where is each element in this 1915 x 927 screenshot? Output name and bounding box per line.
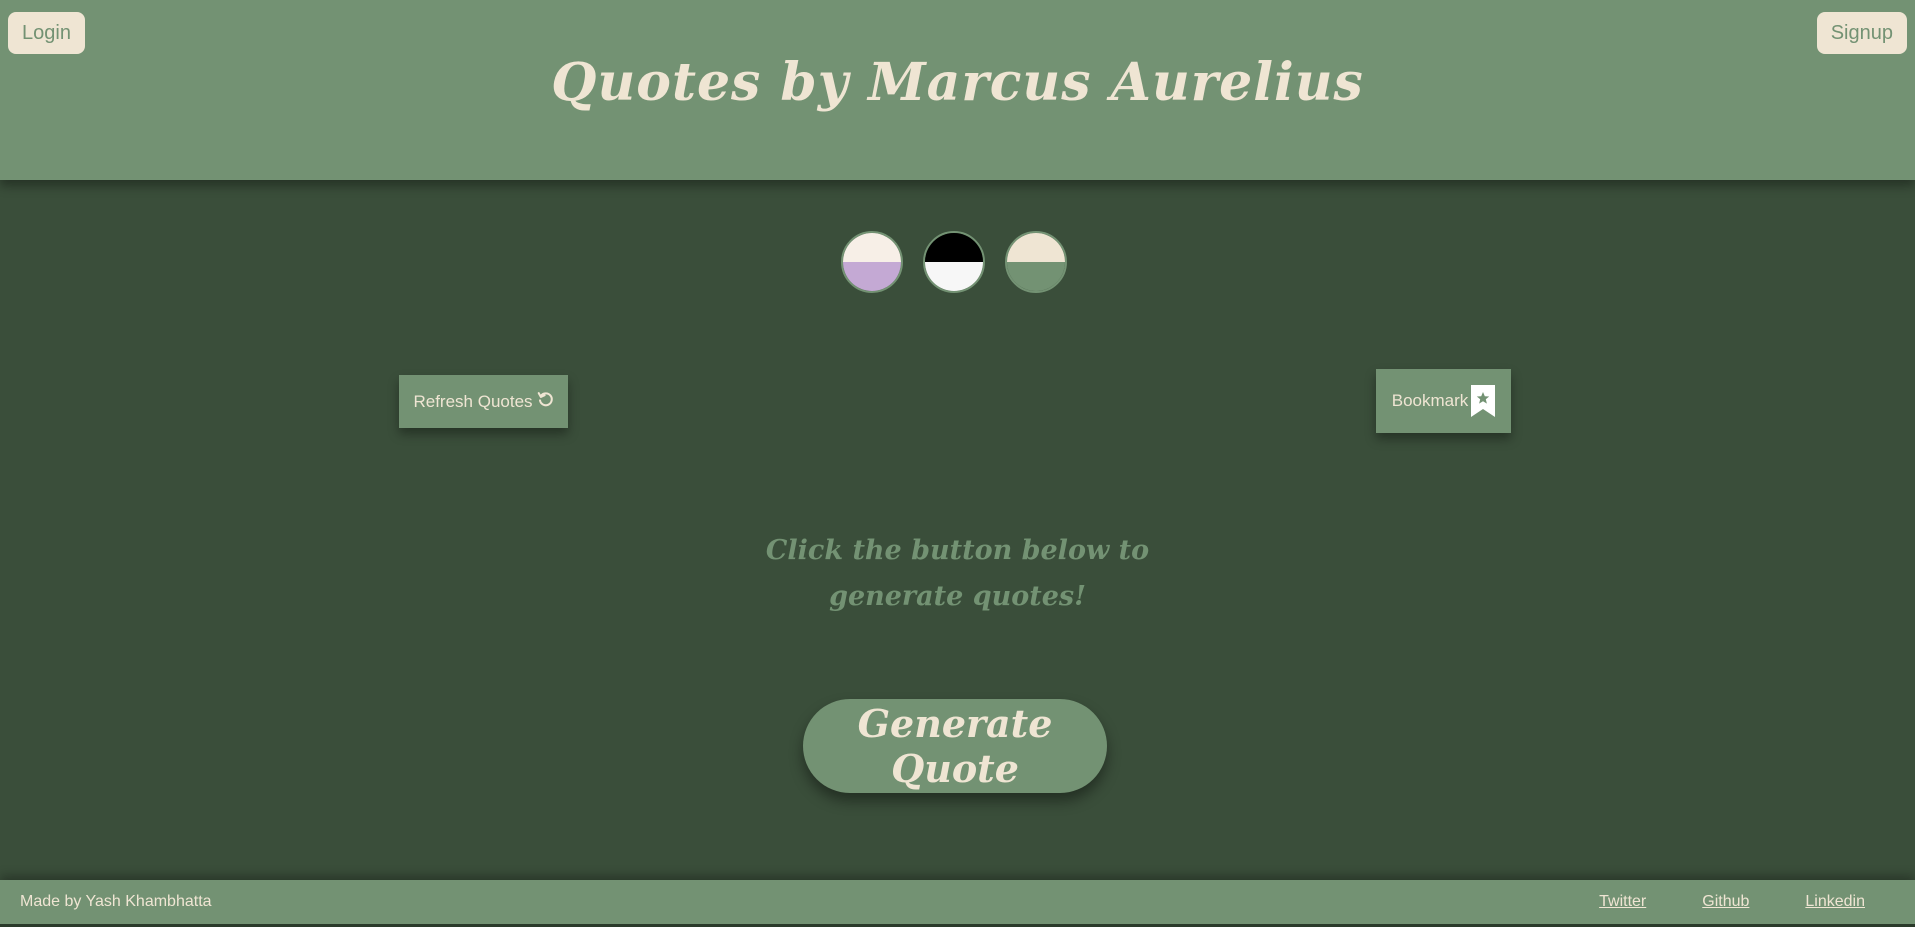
theme-swatch-bottom (843, 262, 901, 291)
theme-swatch-top (843, 233, 901, 262)
theme-swatch-bottom (925, 262, 983, 291)
login-button[interactable]: Login (8, 12, 85, 54)
github-link[interactable]: Github (1702, 880, 1749, 924)
theme-option-lavender[interactable] (841, 231, 903, 293)
generate-prompt-text: Click the button below to generate quote… (765, 535, 1150, 612)
linkedin-link[interactable]: Linkedin (1805, 880, 1865, 924)
theme-picker (841, 231, 1067, 293)
bookmark-button[interactable]: Bookmark (1376, 369, 1511, 433)
theme-option-sage[interactable] (1005, 231, 1067, 293)
page-footer: Made by Yash Khambhatta Twitter Github L… (0, 880, 1915, 924)
twitter-link[interactable]: Twitter (1599, 880, 1646, 924)
signup-button[interactable]: Signup (1816, 12, 1907, 54)
generate-quote-button[interactable]: Generate Quote (803, 699, 1107, 793)
theme-swatch-top (1007, 233, 1065, 262)
page-header: Login Quotes by Marcus Aurelius Signup (0, 0, 1915, 180)
bookmark-star-icon (1471, 385, 1496, 417)
page-title: Quotes by Marcus Aurelius (551, 52, 1364, 113)
theme-swatch-top (925, 233, 983, 262)
footer-credit: Made by Yash Khambhatta (20, 893, 212, 910)
theme-swatch-bottom (1007, 262, 1065, 291)
refresh-quotes-button[interactable]: Refresh Quotes (399, 375, 568, 428)
theme-option-monochrome[interactable] (923, 231, 985, 293)
refresh-quotes-label: Refresh Quotes (413, 391, 533, 411)
bookmark-label: Bookmark (1391, 391, 1469, 410)
refresh-icon (537, 391, 554, 412)
footer-links: Twitter Github Linkedin (1599, 880, 1865, 924)
